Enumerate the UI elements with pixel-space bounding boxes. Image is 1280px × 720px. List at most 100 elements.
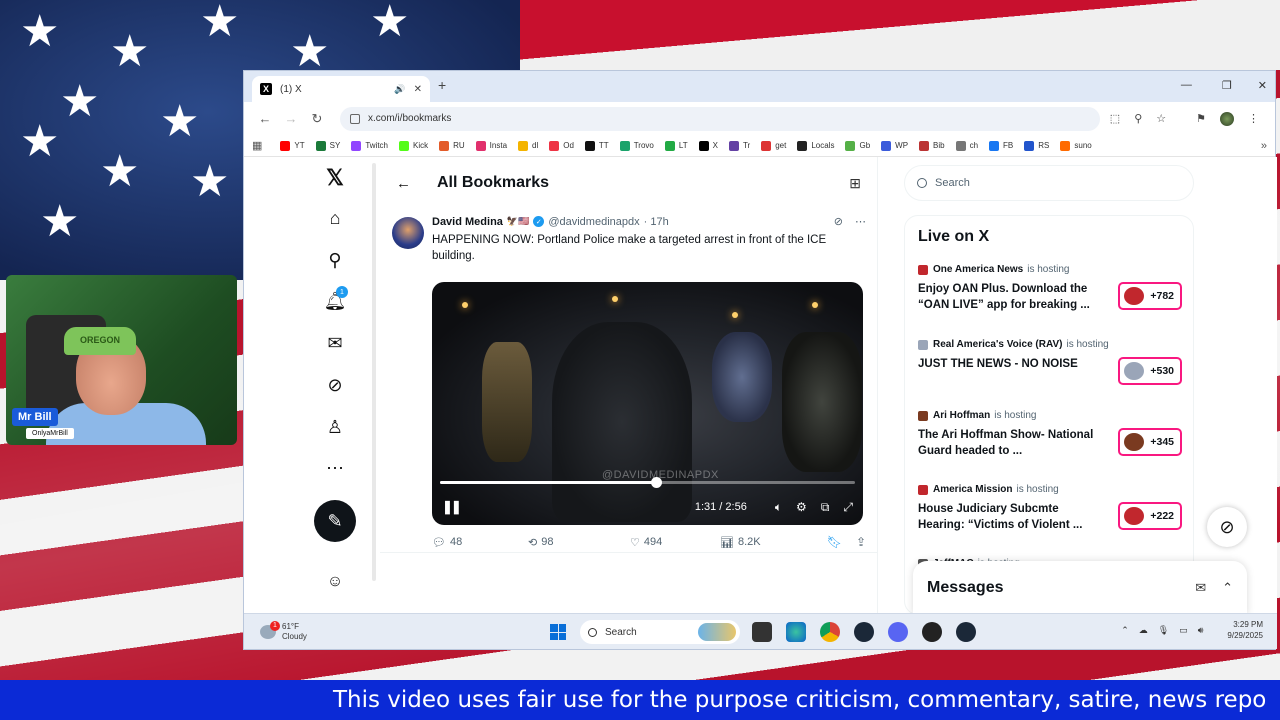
volume-icon[interactable]: 🔈︎ <box>775 500 782 515</box>
weather-widget[interactable]: 1 61°F Cloudy <box>260 620 307 642</box>
views-button[interactable]: 📊︎ 8.2K <box>720 536 824 549</box>
bookmark-item[interactable]: YT <box>280 140 305 151</box>
settings-gear-icon[interactable]: ⚙ <box>796 500 807 514</box>
notifications-icon[interactable]: 🔔︎ 1 <box>320 286 350 316</box>
forward-icon[interactable]: → <box>278 111 304 126</box>
display-icon[interactable]: ▭ <box>1179 625 1188 636</box>
post-button[interactable]: ✎ <box>314 500 356 542</box>
more-bookmarks-icon[interactable]: » <box>1261 140 1267 152</box>
task-view-icon[interactable] <box>752 622 772 642</box>
more-icon[interactable]: ⋯ <box>320 453 350 483</box>
close-tab-icon[interactable]: ✕ <box>414 84 422 95</box>
chrome-icon[interactable] <box>820 622 840 642</box>
close-window-icon[interactable]: ✕ <box>1258 79 1267 92</box>
messages-drawer[interactable]: Messages ✉ ⌃ <box>913 561 1247 615</box>
new-message-icon[interactable]: ✉ <box>1195 580 1206 596</box>
bookmark-item[interactable]: X <box>698 140 718 151</box>
listener-count-pill[interactable]: +530 <box>1118 357 1182 385</box>
bookmark-item[interactable]: Bib <box>919 140 945 151</box>
bookmark-item[interactable]: RU <box>439 140 465 151</box>
url-field[interactable]: x.com/i/bookmarks <box>340 106 1100 131</box>
listener-count-pill[interactable]: +782 <box>1118 282 1182 310</box>
tray-chevron-icon[interactable]: ⌃ <box>1121 625 1129 636</box>
repost-button[interactable]: ⟲ 98 <box>528 536 630 549</box>
bookmark-item[interactable]: SY <box>315 140 340 151</box>
search-input[interactable]: Search <box>904 165 1194 201</box>
listener-count-pill[interactable]: +345 <box>1118 428 1182 456</box>
maximize-icon[interactable]: ❐ <box>1222 79 1232 92</box>
bookmark-item[interactable]: ch <box>955 140 978 151</box>
bookmark-item[interactable]: LT <box>664 140 688 151</box>
bookmarked-icon[interactable]: 🔖︎ <box>827 535 842 549</box>
bookmark-item[interactable]: WP <box>881 140 908 151</box>
tweet[interactable]: David Medina 🦅🇺🇸 ✓ @davidmedinapdx · 17h… <box>380 213 878 553</box>
share-icon[interactable]: ⇪ <box>856 535 866 549</box>
bookmark-item[interactable]: Locals <box>797 140 834 151</box>
bookmark-item[interactable]: TT <box>584 140 609 151</box>
bookmark-item[interactable]: Trovo <box>619 140 654 151</box>
fullscreen-icon[interactable]: ⤢ <box>843 500 853 515</box>
obs-icon[interactable] <box>922 622 942 642</box>
tweet-time[interactable]: · 17h <box>644 216 669 228</box>
bookmark-item[interactable]: Gb <box>845 140 870 151</box>
pause-icon[interactable]: ❚❚ <box>442 499 462 515</box>
tweet-author-avatar[interactable] <box>392 217 424 249</box>
steam-client-icon[interactable] <box>956 622 976 642</box>
profile-icon[interactable]: ♙ <box>320 412 350 442</box>
x-home-logo-icon[interactable]: 𝕏 <box>320 163 350 193</box>
live-space-item[interactable]: Ari Hoffman is hosting The Ari Hoffman Sho… <box>918 410 1182 459</box>
menu-icon[interactable]: ⋮ <box>1248 112 1259 125</box>
live-space-item[interactable]: One America News is hosting Enjoy OAN Plus… <box>918 264 1182 313</box>
site-info-icon[interactable] <box>350 113 360 124</box>
tweet-author-name[interactable]: David Medina <box>432 216 503 228</box>
star-icon[interactable]: ☆ <box>1156 112 1166 125</box>
profile-avatar[interactable] <box>1220 111 1234 126</box>
volume-tray-icon[interactable]: 🔊︎ <box>1198 625 1204 636</box>
bookmark-item[interactable]: get <box>761 140 786 151</box>
discord-icon[interactable] <box>888 622 908 642</box>
new-tab-icon[interactable]: + <box>438 77 446 93</box>
pip-icon[interactable]: ⧉ <box>821 500 830 515</box>
minimize-icon[interactable]: — <box>1181 79 1192 92</box>
steam-icon[interactable] <box>854 622 874 642</box>
bookmark-item[interactable]: Kick <box>398 140 428 151</box>
video-player[interactable]: @DAVIDMEDINAPDX ❚❚ 1:31 / 2:56 🔈︎ ⚙ ⧉ ⤢ <box>432 282 863 525</box>
bookmark-item[interactable]: suno <box>1060 140 1092 151</box>
tweet-more-icon[interactable]: ⋯ <box>855 215 866 228</box>
back-icon[interactable]: ← <box>252 111 278 126</box>
browser-tab[interactable]: X (1) X 🔊 ✕ <box>252 76 430 102</box>
bookmark-item[interactable]: Tr <box>728 140 750 151</box>
home-icon[interactable]: ⌂ <box>320 203 350 233</box>
edge-icon[interactable] <box>786 622 806 642</box>
bookmark-folder-icon[interactable]: ⊞ <box>849 175 861 192</box>
video-progress-handle[interactable] <box>650 477 662 488</box>
back-arrow-icon[interactable]: ← <box>396 175 411 192</box>
video-progress-bar[interactable] <box>440 477 855 488</box>
apps-grid-icon[interactable]: ▦ <box>252 139 262 152</box>
reply-button[interactable]: 💬︎ 48 <box>432 536 528 549</box>
zoom-icon[interactable]: ⚲ <box>1134 112 1142 125</box>
left-scrollbar[interactable] <box>372 163 376 581</box>
bookmark-item[interactable]: Od <box>549 140 574 151</box>
listener-count-pill[interactable]: +222 <box>1118 502 1182 530</box>
clock[interactable]: 3:29 PM 9/29/2025 <box>1227 619 1263 641</box>
grok-explain-icon[interactable]: ⊘ <box>834 215 843 228</box>
reload-icon[interactable]: ↻ <box>304 111 330 127</box>
grok-icon[interactable]: ⊘ <box>320 370 350 400</box>
speaker-icon[interactable]: 🔊 <box>394 84 405 95</box>
expand-icon[interactable]: ⌃ <box>1222 580 1233 596</box>
bookmark-item[interactable]: Insta <box>475 140 507 151</box>
account-avatar[interactable]: ☺ <box>320 567 350 597</box>
network-icon[interactable]: ☁ <box>1139 625 1148 636</box>
windows-start-icon[interactable] <box>550 624 566 640</box>
bookmark-item[interactable]: FB <box>989 140 1013 151</box>
taskbar-search[interactable]: Search <box>580 620 740 644</box>
like-button[interactable]: ♡ 494 <box>630 536 720 549</box>
bookmark-item[interactable]: dl <box>518 140 538 151</box>
messages-icon[interactable]: ✉ <box>320 328 350 358</box>
live-space-item[interactable]: Real America's Voice (RAV) is hosting JUST… <box>918 339 1182 385</box>
extension-icon[interactable]: ⚑ <box>1196 112 1206 125</box>
grok-floating-button[interactable]: ⊘ <box>1207 507 1247 547</box>
explore-search-icon[interactable]: ⚲ <box>320 245 350 275</box>
mic-icon[interactable]: 🎙︎ <box>1158 625 1169 636</box>
